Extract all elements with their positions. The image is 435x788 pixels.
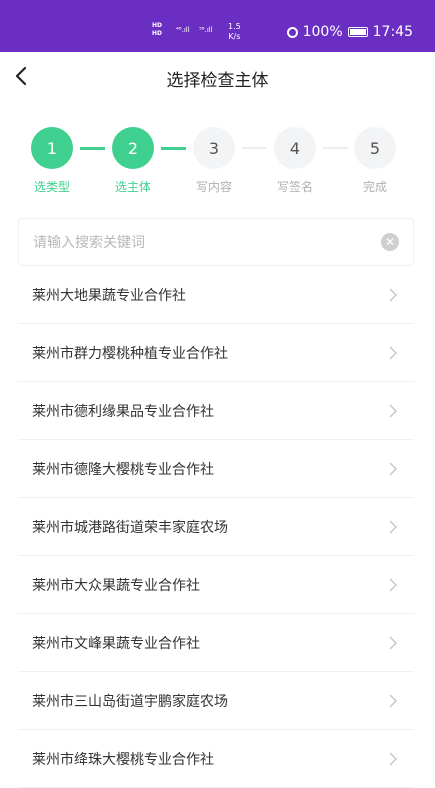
step-connector-1 — [80, 147, 105, 150]
step-4-label: 写签名 — [276, 180, 313, 194]
list-item-label: 莱州市大众果蔬专业合作社 — [32, 577, 200, 594]
status-right: 100% 17:45 — [286, 24, 413, 40]
list-item-label: 莱州市三山岛街道宇鹏家庭农场 — [32, 693, 228, 710]
chevron-right-icon — [389, 636, 397, 650]
list-item-label: 莱州市群力樱桃种植专业合作社 — [32, 345, 228, 362]
chevron-right-icon — [389, 520, 397, 534]
step-2-circle: 2 — [112, 127, 154, 169]
step-connector-2 — [161, 147, 186, 150]
list-item-label: 莱州市城港路街道荣丰家庭农场 — [32, 519, 228, 536]
list-item[interactable]: 莱州市群力樱桃种植专业合作社 — [18, 324, 414, 382]
step-5-label: 完成 — [362, 180, 387, 194]
speed-value: 1.5 — [228, 22, 241, 31]
chevron-right-icon — [389, 752, 397, 766]
header: 选择检查主体 — [0, 52, 435, 102]
list-item-label: 莱州市文峰果蔬专业合作社 — [32, 635, 200, 652]
signal-1-icon: ⁴⁶.ıll — [176, 26, 190, 34]
step-1-circle: 1 — [31, 127, 73, 169]
hd-top: HD — [152, 22, 163, 29]
status-bar: HD HD ⁴⁶.ıll ⁵⁶.ıll 1.5 K/s 100% 17:45 — [0, 0, 435, 52]
network-speed: 1.5 K/s — [228, 22, 241, 42]
list-item[interactable]: 莱州市德利缘果品专业合作社 — [18, 382, 414, 440]
battery-icon — [347, 27, 368, 37]
list-item[interactable]: 莱州市文峰果蔬专业合作社 — [18, 614, 414, 672]
hd-indicator: HD HD — [152, 22, 162, 38]
step-3-circle: 3 — [193, 127, 235, 169]
chevron-right-icon — [389, 346, 397, 360]
hd-bottom: HD — [152, 30, 163, 37]
clock-time: 17:45 — [372, 24, 413, 40]
chevron-right-icon — [389, 288, 397, 302]
list-item-label: 莱州市德利缘果品专业合作社 — [32, 403, 214, 420]
clear-icon[interactable]: ✕ — [381, 233, 399, 251]
chevron-right-icon — [389, 694, 397, 708]
search-box: ✕ — [18, 218, 414, 267]
list-item-label: 莱州大地果蔬专业合作社 — [32, 287, 186, 304]
step-4-circle: 4 — [274, 127, 316, 169]
battery-percent: 100% — [302, 24, 343, 40]
list-item[interactable]: 莱州市城港路街道荣丰家庭农场 — [18, 498, 414, 556]
list-item-label: 莱州市德隆大樱桃专业合作社 — [32, 461, 214, 478]
chevron-right-icon — [389, 462, 397, 476]
step-connector-3 — [242, 147, 267, 149]
step-indicator: 1 2 3 4 5 选类型 选主体 写内容 写签名 完成 — [0, 122, 435, 202]
step-3-label: 写内容 — [195, 180, 232, 194]
step-connector-4 — [323, 147, 348, 149]
step-5-circle: 5 — [354, 127, 396, 169]
search-input[interactable] — [31, 219, 365, 267]
alarm-icon — [286, 26, 298, 38]
page-title: 选择检查主体 — [166, 71, 269, 91]
chevron-right-icon — [389, 578, 397, 592]
signal-2-icon: ⁵⁶.ıll — [199, 26, 213, 34]
step-2-label: 选主体 — [114, 180, 151, 194]
chevron-right-icon — [389, 404, 397, 418]
list-item[interactable]: 莱州市三山岛街道宇鹏家庭农场 — [18, 672, 414, 730]
list-item[interactable]: 莱州大地果蔬专业合作社 — [18, 266, 414, 324]
list-item[interactable]: 莱州市大众果蔬专业合作社 — [18, 556, 414, 614]
list-item-label: 莱州市绛珠大樱桃专业合作社 — [32, 751, 214, 768]
subject-list: 莱州大地果蔬专业合作社 莱州市群力樱桃种植专业合作社 莱州市德利缘果品专业合作社… — [18, 266, 414, 788]
list-item[interactable]: 莱州市绛珠大樱桃专业合作社 — [18, 730, 414, 788]
list-item[interactable]: 莱州市德隆大樱桃专业合作社 — [18, 440, 414, 498]
speed-unit: K/s — [228, 32, 241, 41]
step-1-label: 选类型 — [33, 180, 70, 194]
